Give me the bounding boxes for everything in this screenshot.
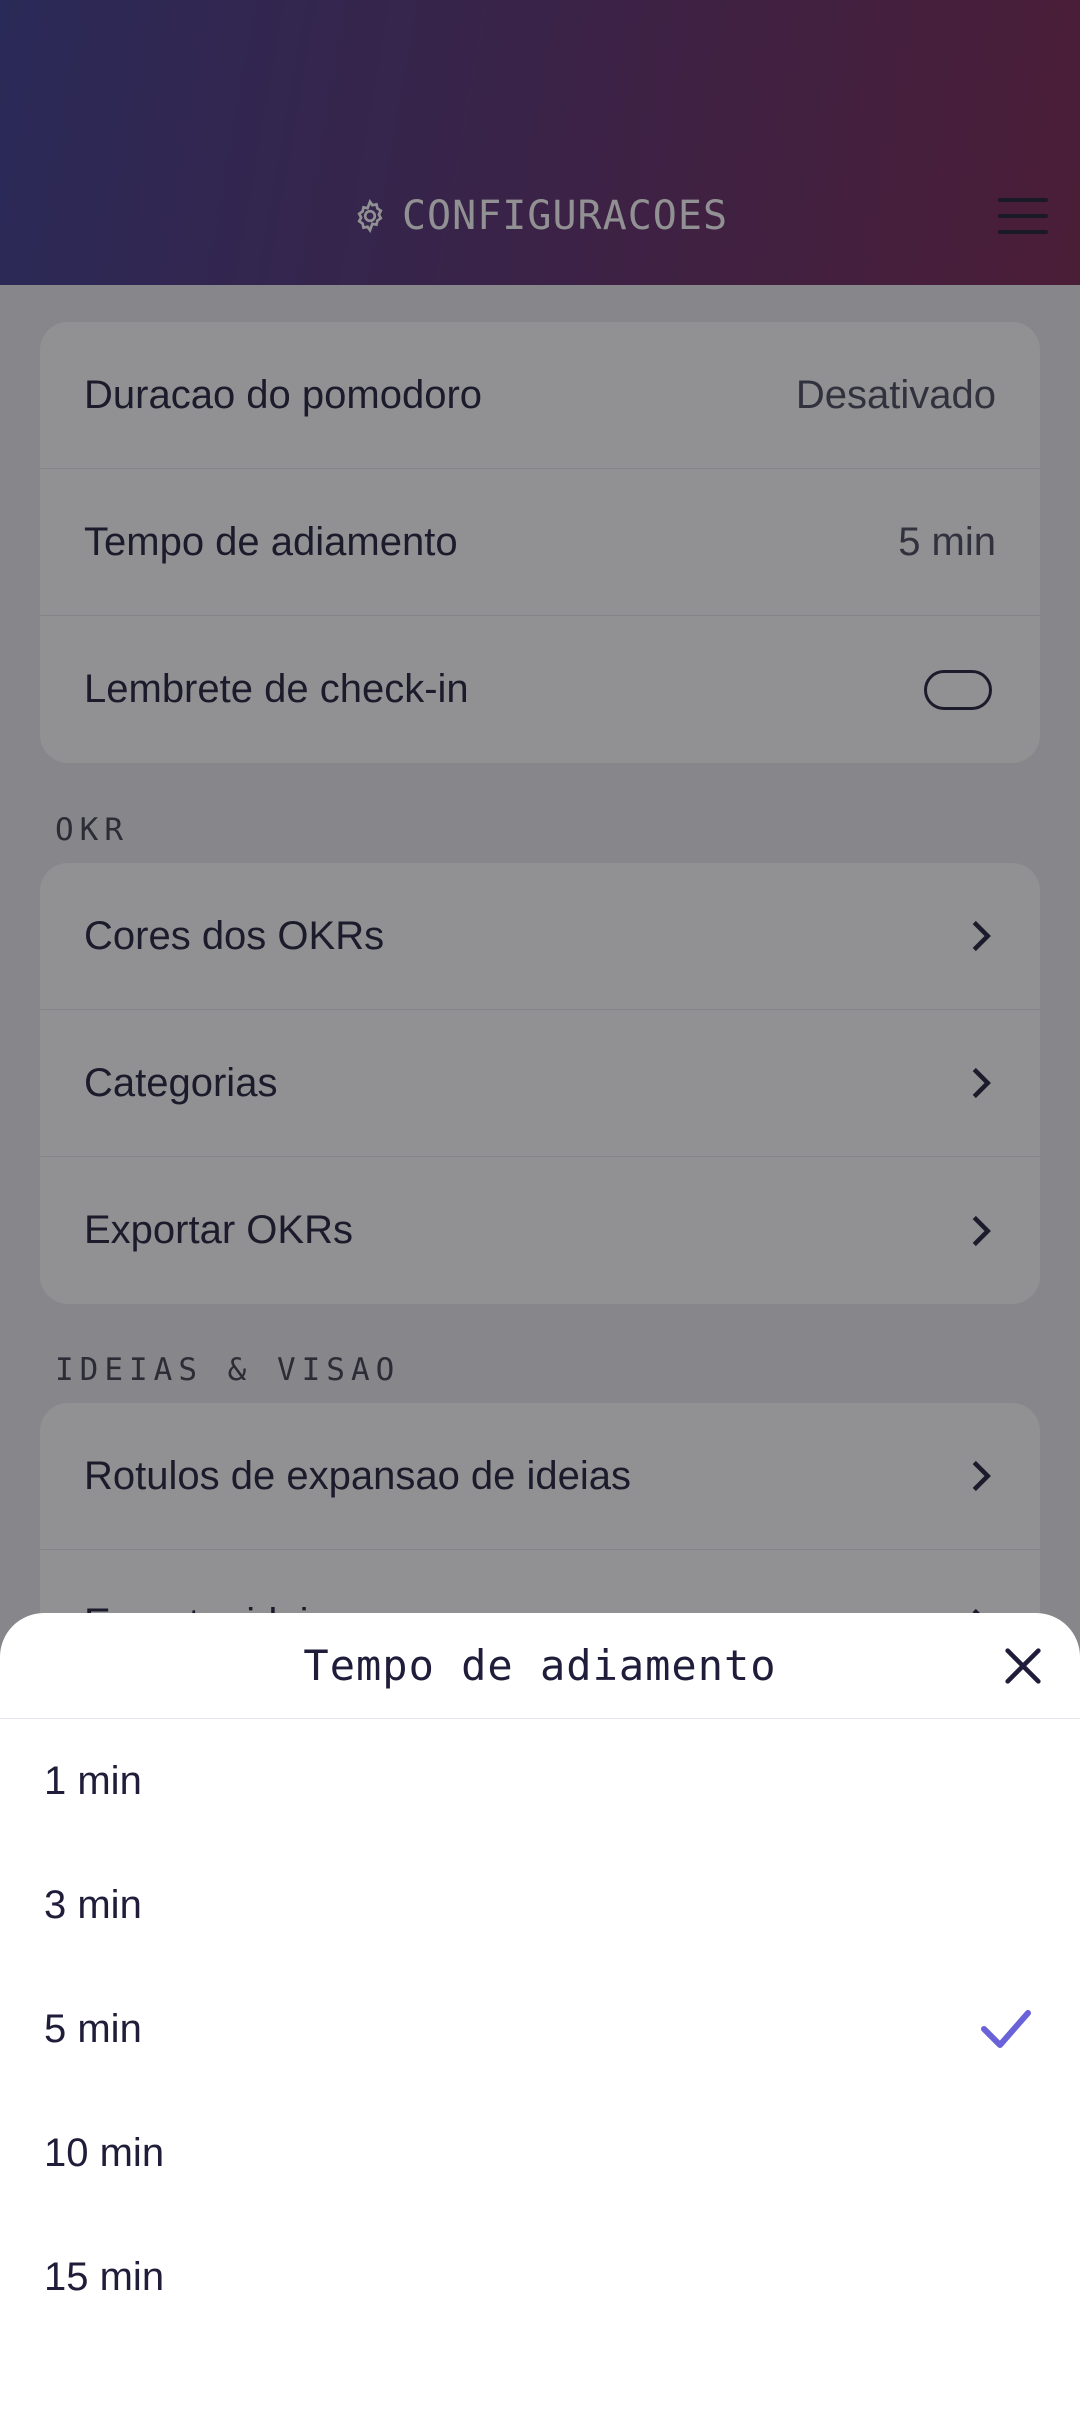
option-label: 15 min xyxy=(44,2254,165,2299)
option-5-min[interactable]: 5 min xyxy=(0,1967,1080,2091)
option-15-min[interactable]: 15 min xyxy=(0,2215,1080,2339)
option-10-min[interactable]: 10 min xyxy=(0,2091,1080,2215)
option-label: 1 min xyxy=(44,1758,142,1803)
option-label: 3 min xyxy=(44,1882,142,1927)
snooze-time-bottom-sheet: Tempo de adiamento 1 min 3 min 5 min 10 … xyxy=(0,1613,1080,2424)
option-1-min[interactable]: 1 min xyxy=(0,1719,1080,1843)
sheet-title: Tempo de adiamento xyxy=(303,1641,777,1690)
option-label: 5 min xyxy=(44,2006,142,2051)
option-label: 10 min xyxy=(44,2130,165,2175)
checkmark-icon xyxy=(981,2010,1031,2048)
close-icon[interactable] xyxy=(1000,1643,1046,1689)
sheet-header: Tempo de adiamento xyxy=(0,1613,1080,1719)
option-3-min[interactable]: 3 min xyxy=(0,1843,1080,1967)
